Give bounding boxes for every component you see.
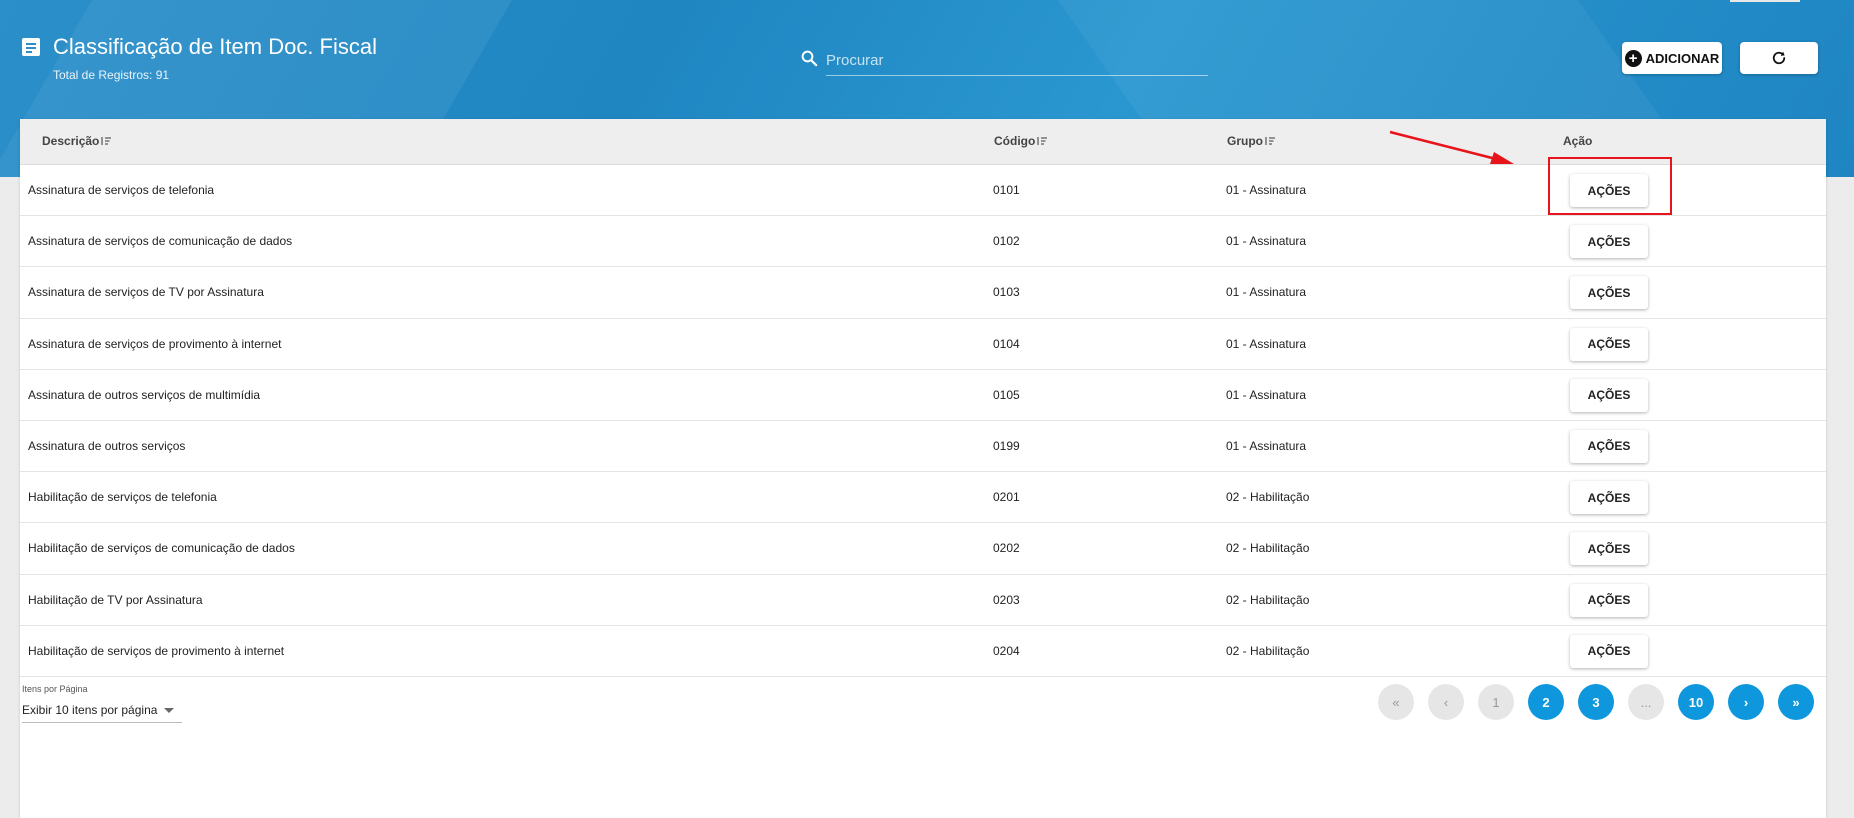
cell-descricao: Habilitação de serviços de provimento à … (28, 643, 285, 658)
acoes-button[interactable]: AÇÕES (1570, 583, 1648, 617)
column-header-acao: Ação (1563, 134, 1593, 148)
document-icon (22, 38, 40, 56)
first-page-button[interactable]: « (1378, 684, 1414, 720)
cell-descricao: Assinatura de serviços de provimento à i… (28, 336, 282, 351)
next-page-button[interactable]: › (1728, 684, 1764, 720)
page-title: Classificação de Item Doc. Fiscal (53, 34, 377, 59)
acoes-button[interactable]: AÇÕES (1570, 532, 1648, 566)
cell-codigo: 0104 (993, 336, 1020, 351)
cell-grupo: 02 - Habilitação (1226, 592, 1310, 607)
cell-grupo: 01 - Assinatura (1226, 285, 1307, 300)
acoes-button[interactable]: AÇÕES (1570, 225, 1648, 259)
annotation-highlight-box (1548, 157, 1672, 215)
page-button-2[interactable]: 2 (1528, 684, 1564, 720)
search-input[interactable] (826, 46, 1208, 76)
cell-descricao: Habilitação de TV por Assinatura (28, 592, 203, 607)
table-row: Assinatura de serviços de comunicação de… (20, 216, 1826, 268)
table-body: Assinatura de serviços de telefonia 0101… (20, 165, 1826, 677)
cell-codigo: 0101 (993, 183, 1020, 198)
acoes-button[interactable]: AÇÕES (1570, 327, 1648, 361)
cell-grupo: 02 - Habilitação (1226, 541, 1310, 556)
cell-descricao: Assinatura de serviços de comunicação de… (28, 234, 293, 249)
cell-descricao: Assinatura de outros serviços (28, 439, 186, 454)
table-row: Habilitação de TV por Assinatura 0203 02… (20, 575, 1826, 626)
items-per-page-value: Exibir 10 itens por página (22, 702, 158, 717)
cell-descricao: Habilitação de serviços de comunicação d… (28, 541, 295, 556)
search-icon (801, 50, 818, 67)
items-per-page-label: Itens por Página (22, 684, 88, 694)
cell-codigo: 0199 (993, 439, 1020, 454)
acoes-button[interactable]: AÇÕES (1570, 634, 1648, 668)
last-page-button[interactable]: » (1778, 684, 1814, 720)
cell-grupo: 01 - Assinatura (1226, 387, 1307, 402)
plus-circle-icon: + (1624, 49, 1642, 67)
page-ellipsis: ... (1628, 684, 1664, 720)
cell-codigo: 0105 (993, 387, 1020, 402)
cell-codigo: 0102 (993, 234, 1020, 249)
column-header-grupo[interactable]: Grupo (1227, 134, 1276, 148)
cell-codigo: 0201 (993, 490, 1020, 505)
table-row: Assinatura de serviços de TV por Assinat… (20, 267, 1826, 319)
page-button-3[interactable]: 3 (1578, 684, 1614, 720)
acoes-button[interactable]: AÇÕES (1570, 481, 1648, 515)
page-button-10[interactable]: 10 (1678, 684, 1714, 720)
cell-grupo: 01 - Assinatura (1226, 439, 1307, 454)
column-header-codigo[interactable]: Código (994, 134, 1048, 148)
cell-grupo: 02 - Habilitação (1226, 643, 1310, 658)
table-row: Habilitação de serviços de comunicação d… (20, 523, 1826, 575)
cell-grupo: 01 - Assinatura (1226, 336, 1307, 351)
add-button-label: ADICIONAR (1645, 50, 1720, 66)
acoes-button[interactable]: AÇÕES (1570, 276, 1648, 310)
table-row: Assinatura de outros serviços de multimí… (20, 370, 1826, 421)
table-row: Assinatura de outros serviços 0199 01 - … (20, 421, 1826, 473)
cell-codigo: 0202 (993, 541, 1020, 556)
cell-descricao: Assinatura de serviços de telefonia (28, 183, 215, 198)
prev-page-button[interactable]: ‹ (1428, 684, 1464, 720)
cell-codigo: 0103 (993, 285, 1020, 300)
table-row: Habilitação de serviços de telefonia 020… (20, 472, 1826, 524)
acoes-button[interactable]: AÇÕES (1570, 429, 1648, 463)
items-per-page-select[interactable]: Exibir 10 itens por página (22, 697, 182, 723)
top-tab-edge (1730, 0, 1800, 2)
column-header-descricao[interactable]: Descrição (42, 134, 112, 148)
cell-codigo: 0204 (993, 643, 1020, 658)
page-button-1[interactable]: 1 (1478, 684, 1514, 720)
cell-grupo: 01 - Assinatura (1226, 183, 1307, 198)
cell-descricao: Assinatura de serviços de TV por Assinat… (28, 285, 264, 300)
cell-codigo: 0203 (993, 592, 1020, 607)
table-row: Assinatura de serviços de provimento à i… (20, 319, 1826, 370)
search-box (800, 46, 1208, 76)
caret-down-icon (164, 708, 174, 713)
cell-grupo: 01 - Assinatura (1226, 234, 1307, 249)
sort-icon (101, 137, 112, 145)
cell-descricao: Assinatura de outros serviços de multimí… (28, 387, 261, 402)
table-row: Habilitação de serviços de provimento à … (20, 626, 1826, 677)
annotation-arrow (1389, 130, 1514, 164)
record-count: Total de Registros: 91 (53, 68, 170, 82)
acoes-button[interactable]: AÇÕES (1570, 378, 1648, 412)
refresh-button[interactable] (1740, 42, 1818, 74)
sort-icon (1265, 137, 1275, 145)
add-button[interactable]: + ADICIONAR (1622, 42, 1722, 74)
refresh-icon (1772, 51, 1786, 65)
cell-grupo: 02 - Habilitação (1226, 490, 1310, 505)
cell-descricao: Habilitação de serviços de telefonia (28, 490, 217, 505)
sort-icon (1037, 137, 1048, 145)
